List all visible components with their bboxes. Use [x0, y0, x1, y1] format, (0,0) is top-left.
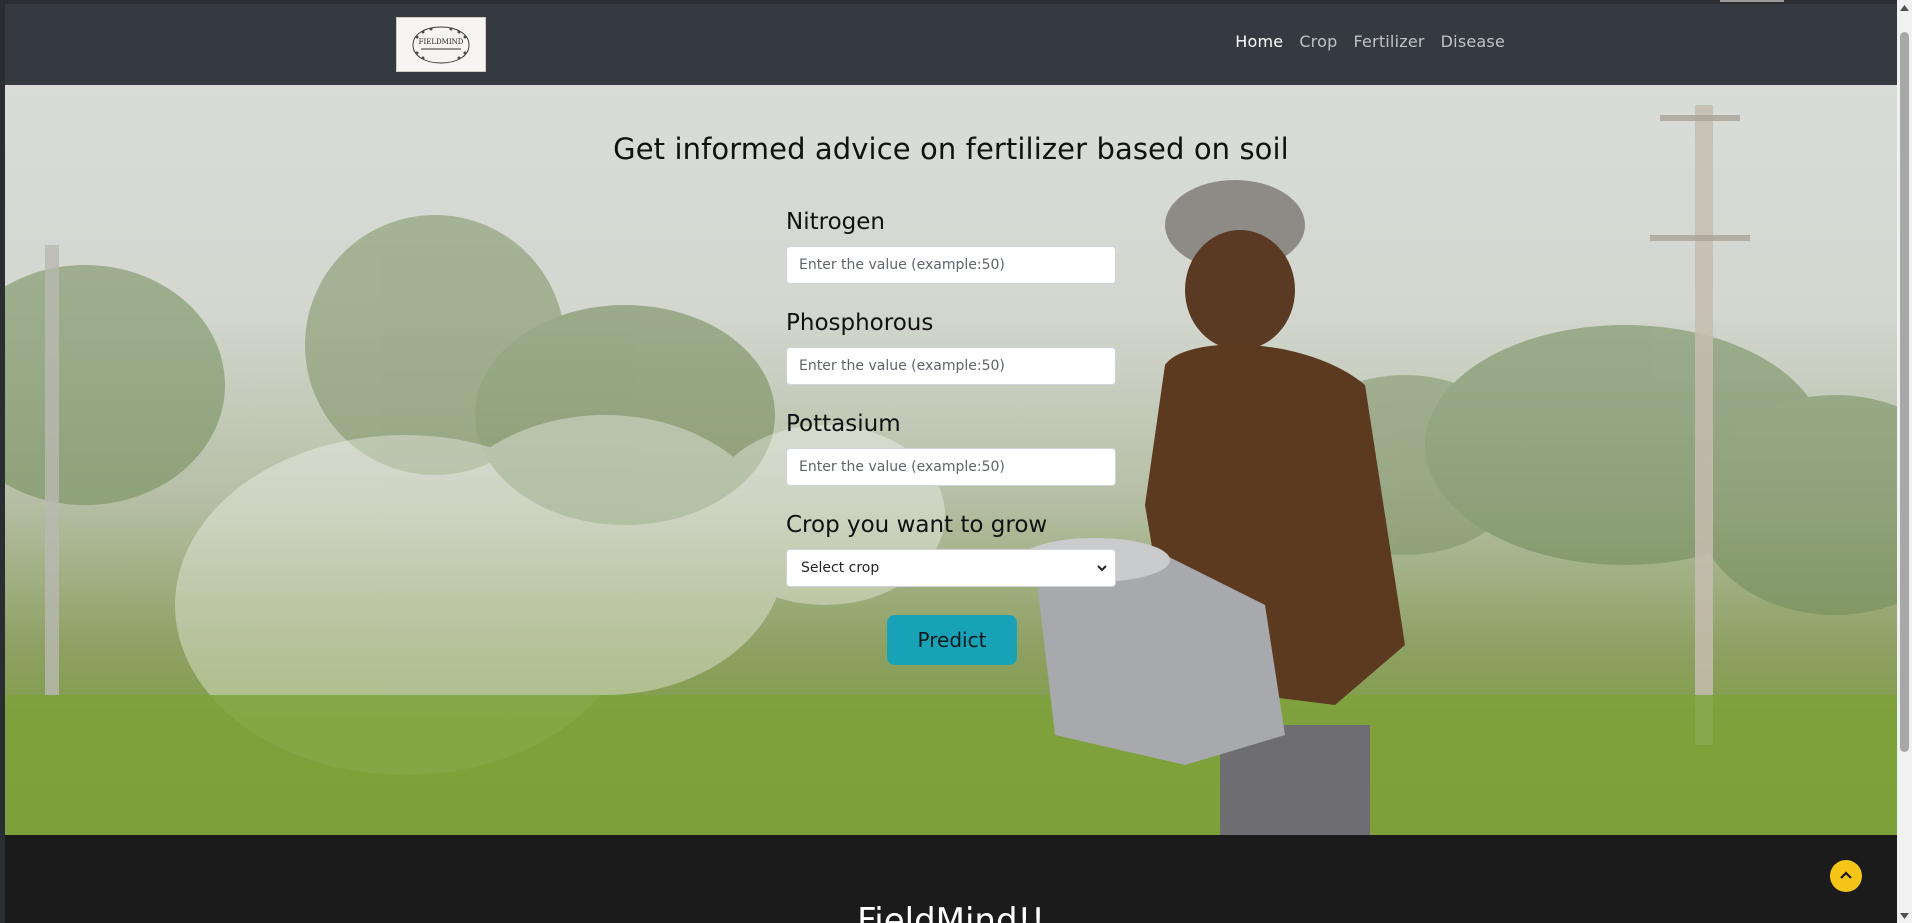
- chevron-up-icon: [1840, 871, 1852, 879]
- crop-select[interactable]: Select crop: [786, 549, 1116, 587]
- pottasium-label: Pottasium: [786, 411, 901, 437]
- nitrogen-input[interactable]: [786, 246, 1116, 284]
- scrollbar-thumb[interactable]: [1900, 32, 1909, 752]
- nav-link-home[interactable]: Home: [1235, 32, 1283, 51]
- phosphorous-input[interactable]: [786, 347, 1116, 385]
- crop-select-wrapper: Select crop: [786, 549, 1116, 587]
- footer: FieldMind!!: [5, 835, 1897, 923]
- page-title: Get informed advice on fertilizer based …: [613, 132, 1289, 166]
- hero-section: Get informed advice on fertilizer based …: [5, 85, 1897, 835]
- scroll-up-arrow-icon[interactable]: [1897, 0, 1912, 15]
- vertical-scrollbar[interactable]: [1897, 0, 1912, 923]
- crop-select-label: Crop you want to grow: [786, 512, 1048, 538]
- logo[interactable]: FIELDMIND: [396, 17, 486, 72]
- svg-text:FIELDMIND: FIELDMIND: [419, 38, 464, 46]
- fertilizer-form: Nitrogen Phosphorous Pottasium Crop you …: [786, 207, 1116, 587]
- scroll-down-arrow-icon[interactable]: [1897, 908, 1912, 923]
- predict-button[interactable]: Predict: [887, 615, 1017, 665]
- nav-link-disease[interactable]: Disease: [1441, 32, 1505, 51]
- nav-links: Home Crop Fertilizer Disease: [1235, 32, 1505, 51]
- nav-link-fertilizer[interactable]: Fertilizer: [1353, 32, 1424, 51]
- navbar: FIELDMIND Home Crop Fertilizer Disease: [5, 4, 1897, 85]
- nitrogen-label: Nitrogen: [786, 209, 885, 235]
- phosphorous-label: Phosphorous: [786, 310, 934, 336]
- logo-wreath-icon: FIELDMIND: [412, 25, 470, 64]
- footer-title: FieldMind!!: [857, 901, 1045, 923]
- window-edge-mark: [1720, 0, 1784, 2]
- pottasium-input[interactable]: [786, 448, 1116, 486]
- back-to-top-button[interactable]: [1830, 860, 1862, 892]
- browser-window: FIELDMIND Home Crop Fertilizer Disease G…: [0, 0, 1912, 923]
- nav-link-crop[interactable]: Crop: [1299, 32, 1337, 51]
